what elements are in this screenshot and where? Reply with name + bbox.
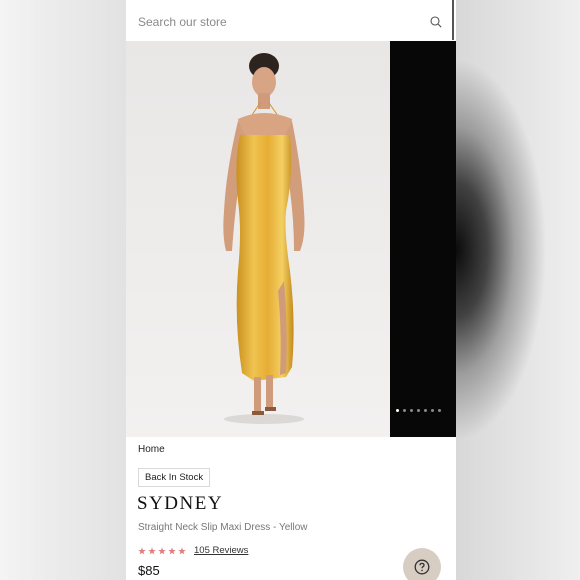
question-mark-icon: [414, 559, 430, 575]
product-rating[interactable]: 105 Reviews: [138, 545, 248, 556]
star-icon: [138, 546, 146, 554]
search-input[interactable]: [138, 13, 408, 31]
carousel-dot[interactable]: [403, 409, 406, 412]
background-left: [0, 0, 126, 580]
carousel-dot[interactable]: [396, 409, 399, 412]
carousel-dot[interactable]: [431, 409, 434, 412]
carousel-dot[interactable]: [410, 409, 413, 412]
search-icon[interactable]: [430, 16, 442, 28]
next-photo-preview[interactable]: [390, 41, 456, 437]
carousel-dot[interactable]: [438, 409, 441, 412]
breadcrumb-home[interactable]: Home: [138, 444, 165, 455]
rating-stars: [138, 546, 188, 555]
back-in-stock-badge: Back In Stock: [138, 468, 211, 487]
model-illustration: [223, 53, 305, 424]
star-icon: [158, 546, 166, 554]
search-bar: [126, 0, 456, 43]
reviews-link[interactable]: 105 Reviews: [194, 545, 248, 556]
background-right: [456, 0, 580, 580]
star-icon: [168, 546, 176, 554]
product-gallery[interactable]: [126, 41, 456, 437]
carousel-dots[interactable]: [396, 409, 441, 413]
star-icon: [178, 546, 186, 554]
product-subtitle: Straight Neck Slip Maxi Dress - Yellow: [138, 522, 308, 533]
star-icon: [148, 546, 156, 554]
carousel-dot[interactable]: [424, 409, 427, 412]
carousel-dot[interactable]: [417, 409, 420, 412]
product-price: $85: [138, 563, 160, 578]
scroll-indicator[interactable]: [452, 0, 454, 40]
product-photo[interactable]: [126, 41, 390, 437]
mobile-page: Home Back In Stock SYDNEY Straight Neck …: [126, 0, 456, 580]
help-button[interactable]: [403, 548, 441, 580]
product-title: SYDNEY: [137, 493, 224, 514]
